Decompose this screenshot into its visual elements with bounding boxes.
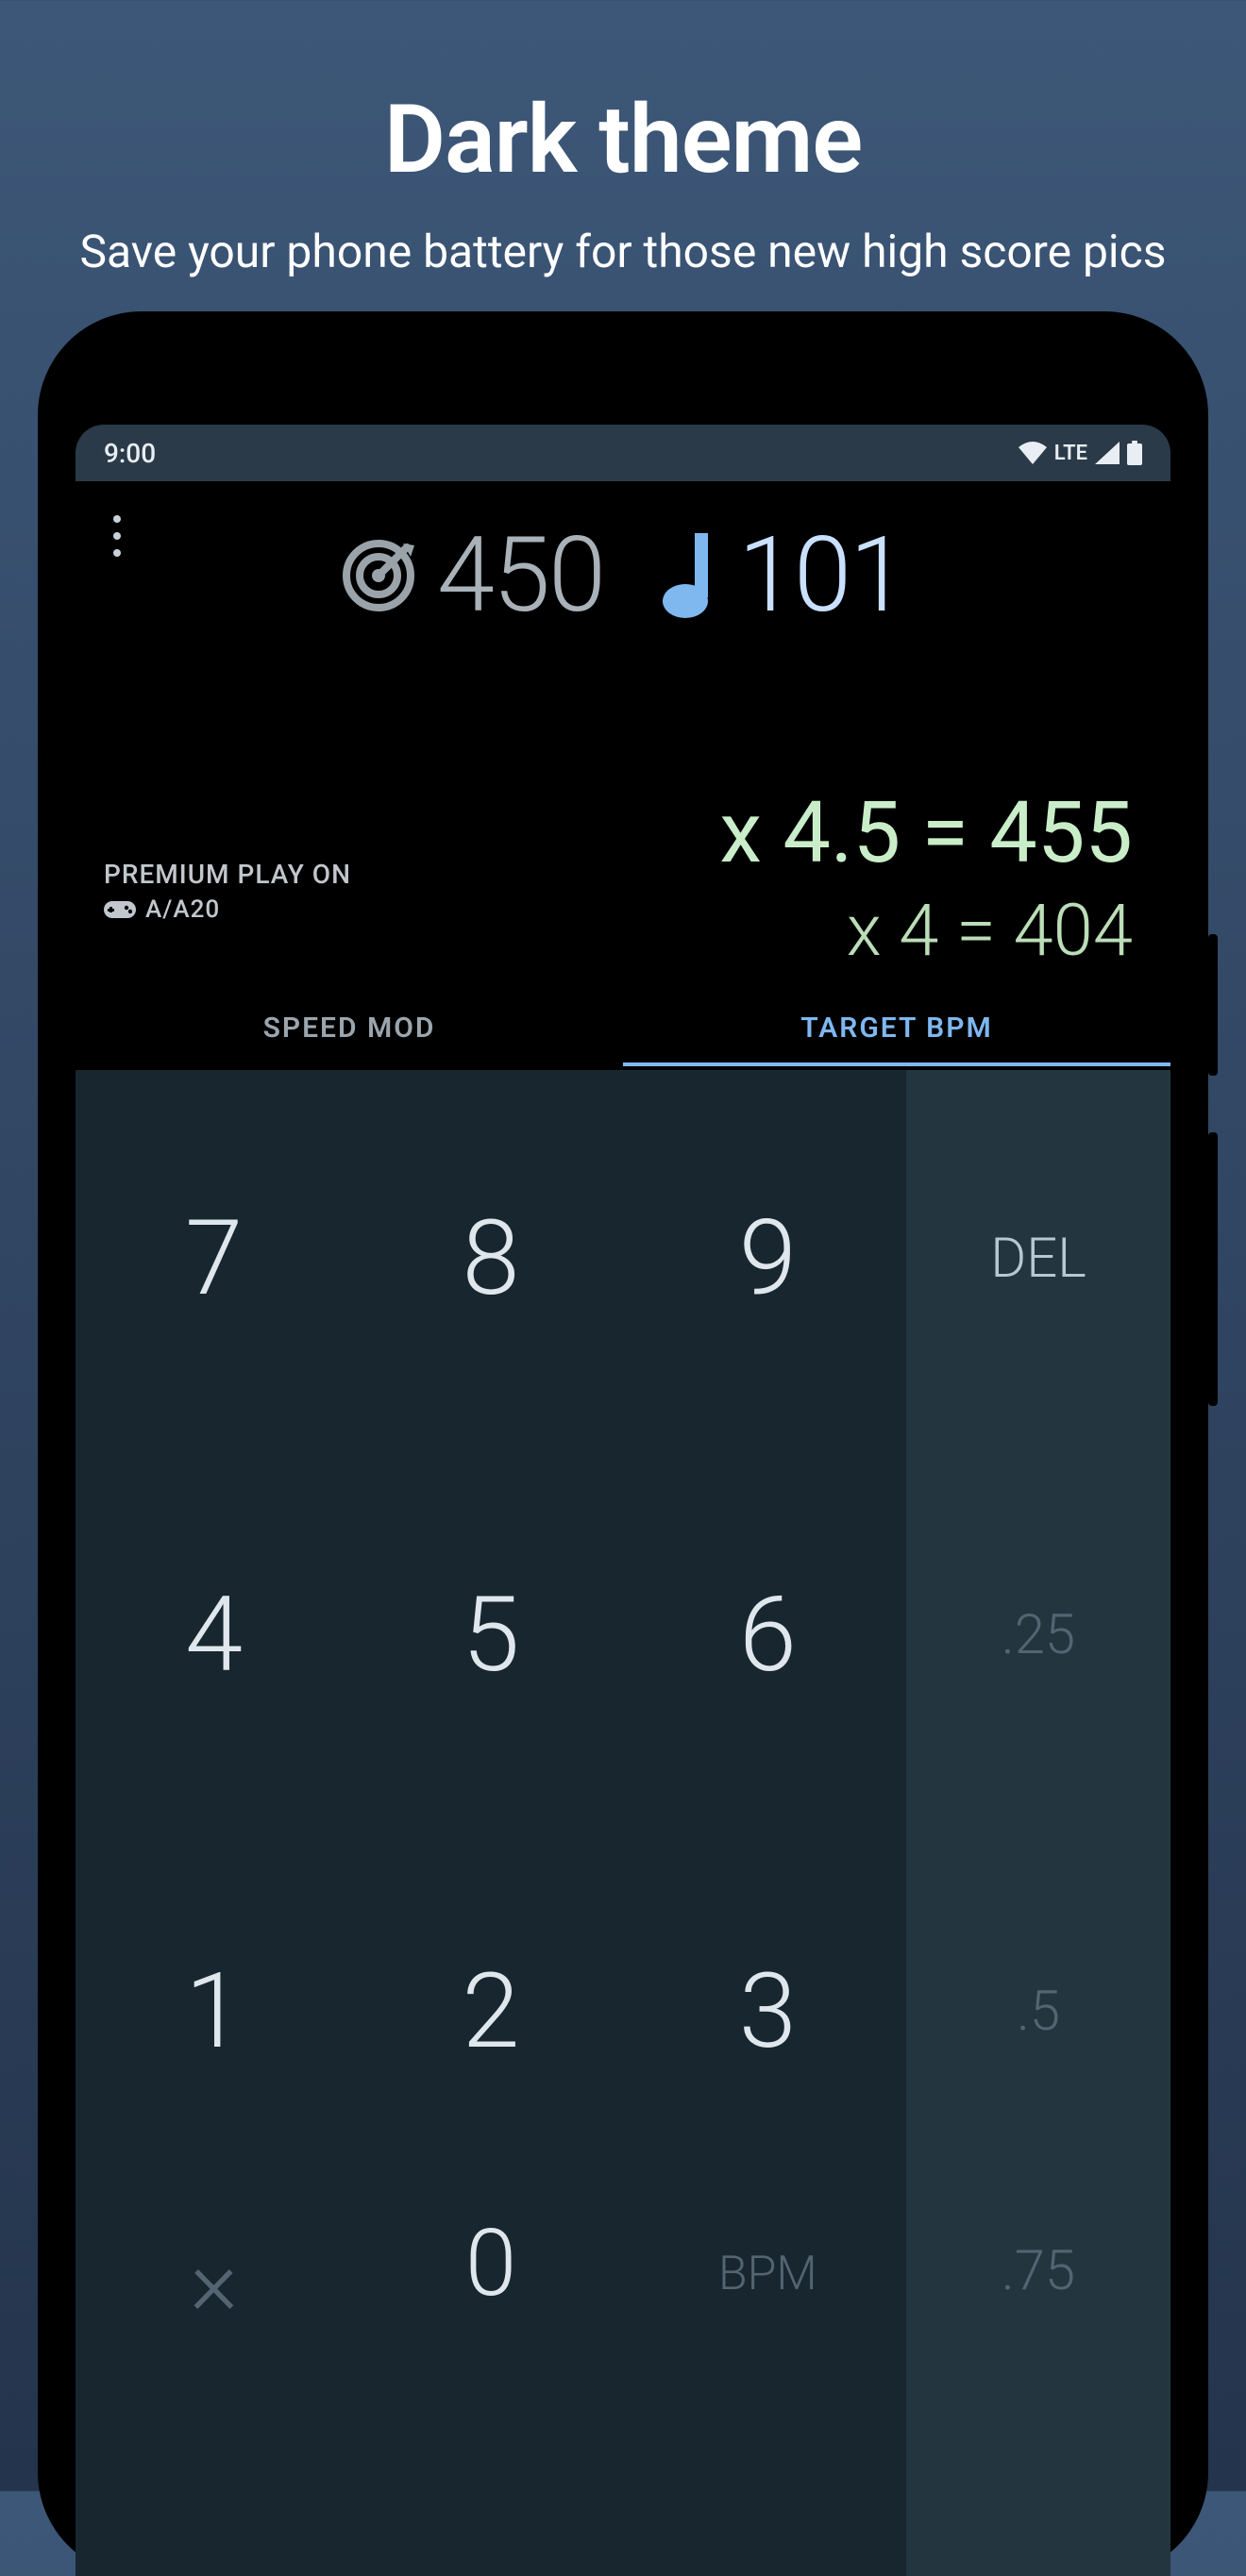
tab-bar: SPEED MOD TARGET BPM — [76, 991, 1170, 1066]
key-2[interactable]: 2 — [352, 1823, 629, 2200]
tab-speed-mod[interactable]: SPEED MOD — [76, 991, 623, 1066]
key-half[interactable]: .5 — [906, 1823, 1170, 2200]
target-value: 450 — [437, 514, 604, 636]
wifi-icon — [1019, 442, 1047, 464]
bpm-readout[interactable]: 101 — [661, 514, 905, 636]
signal-icon — [1095, 442, 1120, 464]
calculation-results: x 4.5 = 455 x 4 = 404 — [719, 783, 1133, 973]
battery-icon — [1127, 441, 1142, 465]
app-screen: 450 101 PREMIUM PLAY ON A/ — [76, 481, 1170, 2576]
key-7[interactable]: 7 — [76, 1070, 352, 1447]
key-1[interactable]: 1 — [76, 1823, 352, 2200]
phone-frame: 9:00 LTE 450 — [38, 311, 1208, 2576]
keypad: 7 8 9 DEL 4 5 6 .25 1 2 3 .5 × 0 BPM .75 — [76, 1070, 1170, 2576]
gamepad-icon — [104, 899, 136, 920]
target-readout[interactable]: 450 — [341, 514, 604, 636]
status-indicators: LTE — [1019, 441, 1142, 465]
mode-line1: PREMIUM PLAY ON — [104, 859, 351, 890]
status-time: 9:00 — [104, 438, 156, 469]
key-6[interactable]: 6 — [630, 1447, 906, 1823]
key-3[interactable]: 3 — [630, 1823, 906, 2200]
result-secondary: x 4 = 404 — [719, 888, 1133, 973]
promo-title: Dark theme — [0, 85, 1246, 195]
status-bar: 9:00 LTE — [76, 425, 1170, 481]
key-9[interactable]: 9 — [630, 1070, 906, 1447]
key-quarter[interactable]: .25 — [906, 1447, 1170, 1823]
tab-target-bpm[interactable]: TARGET BPM — [623, 991, 1170, 1066]
music-note-icon — [661, 533, 717, 618]
bpm-value: 101 — [738, 514, 905, 636]
promo-subtitle: Save your phone battery for those new hi… — [0, 224, 1246, 280]
mode-line2: A/A20 — [145, 895, 220, 924]
key-three-quarter[interactable]: .75 — [906, 2200, 1170, 2576]
result-primary: x 4.5 = 455 — [719, 783, 1133, 882]
target-icon — [341, 538, 416, 613]
phone-side-button — [1208, 1132, 1218, 1406]
network-label: LTE — [1054, 442, 1087, 465]
key-del[interactable]: DEL — [906, 1070, 1170, 1447]
key-8[interactable]: 8 — [352, 1070, 629, 1447]
readout-row: 450 101 — [76, 514, 1170, 636]
key-times[interactable]: × — [76, 2200, 352, 2576]
key-5[interactable]: 5 — [352, 1447, 629, 1823]
key-4[interactable]: 4 — [76, 1447, 352, 1823]
phone-side-button — [1208, 934, 1218, 1076]
key-bpm[interactable]: BPM — [630, 2200, 906, 2576]
mode-label: PREMIUM PLAY ON A/A20 — [104, 859, 351, 924]
key-0[interactable]: 0 — [352, 2200, 629, 2576]
